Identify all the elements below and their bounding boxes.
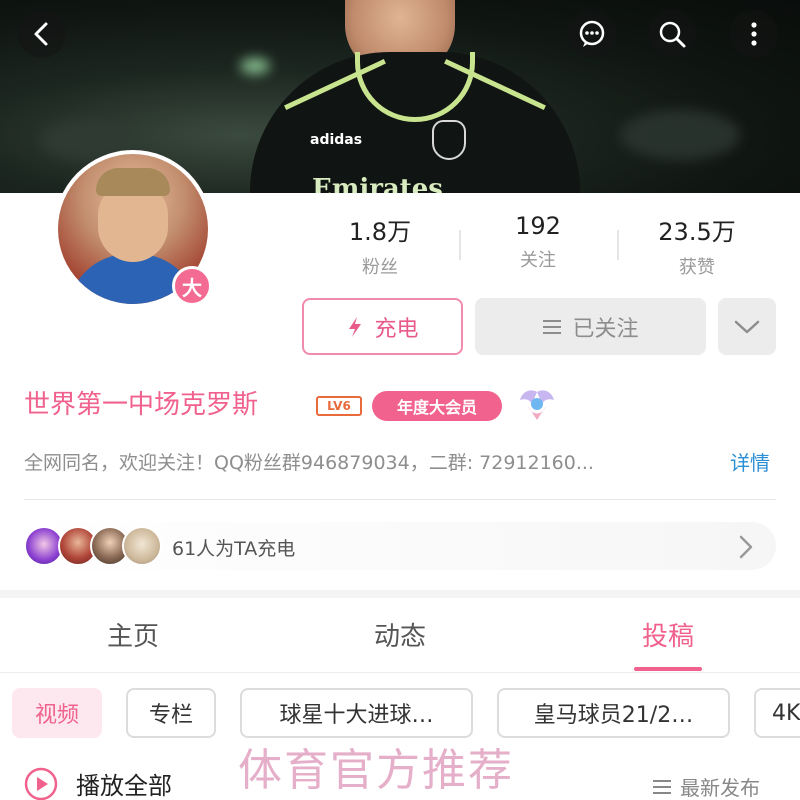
sort-label: 最新发布: [680, 776, 760, 800]
stat-likes[interactable]: 23.5万 获赞: [622, 212, 772, 279]
back-button[interactable]: [18, 10, 66, 58]
charge-button-label: 充电: [374, 316, 419, 342]
jersey-brand: adidas: [310, 132, 363, 148]
avatar-badge: 大: [172, 266, 212, 306]
search-button[interactable]: [648, 10, 696, 58]
wing-badge-icon[interactable]: [518, 386, 556, 424]
banner-shadow: [620, 110, 740, 160]
chip-collection-players[interactable]: 皇马球员21/2…: [497, 688, 730, 738]
chip-column[interactable]: 专栏: [126, 688, 216, 738]
stat-value: 1.8万: [348, 218, 412, 246]
chevron-right-icon: [739, 535, 753, 559]
sort-button[interactable]: 最新发布: [652, 772, 760, 800]
message-icon: [579, 20, 605, 47]
watermark-text: 体育官方推荐: [238, 745, 514, 796]
followed-button-label: 已关注: [572, 316, 639, 342]
banner-jersey: adidas Emirates: [250, 52, 580, 193]
jersey-crest-icon: [432, 120, 466, 160]
chevron-down-icon: [734, 320, 760, 333]
play-all-button[interactable]: 播放全部: [24, 766, 172, 800]
stat-label: 获赞: [679, 257, 715, 278]
stat-divider: [617, 230, 619, 260]
more-button[interactable]: [730, 10, 778, 58]
section-gap: [0, 590, 800, 598]
lightning-icon: [349, 316, 362, 337]
tab-home[interactable]: 主页: [63, 616, 203, 653]
stat-label: 粉丝: [362, 257, 398, 278]
supporter-avatar: [122, 526, 162, 566]
profile-bio: 全网同名，欢迎关注！QQ粉丝群946879034，二群: 72912160...: [24, 452, 594, 474]
stat-value: 192: [515, 212, 561, 240]
sort-lines-icon: [653, 779, 671, 794]
more-vertical-icon: [751, 22, 757, 46]
message-button[interactable]: [568, 10, 616, 58]
menu-lines-icon: [543, 319, 562, 334]
chip-video[interactable]: 视频: [12, 688, 102, 738]
avatar-hair: [96, 168, 170, 196]
tab-dynamics[interactable]: 动态: [330, 616, 470, 653]
chip-collection-goals[interactable]: 球星十大进球…: [240, 688, 473, 738]
profile-name: 世界第一中场克罗斯: [24, 390, 259, 420]
charge-count-text: 61人为TA充电: [172, 538, 296, 560]
bio-details-link[interactable]: 详情: [730, 447, 770, 476]
stat-divider: [459, 230, 461, 260]
chip-4k[interactable]: 4K: [754, 688, 800, 738]
expand-button[interactable]: [718, 298, 776, 355]
profile-avatar[interactable]: 大: [54, 150, 212, 308]
stat-following[interactable]: 192 关注: [463, 212, 613, 272]
play-all-label: 播放全部: [76, 772, 172, 800]
charge-button[interactable]: 充电: [302, 298, 463, 355]
vip-badge[interactable]: 年度大会员: [372, 391, 502, 421]
divider: [24, 499, 776, 500]
tabs-divider: [0, 672, 800, 673]
jersey-collar: [355, 52, 475, 122]
tab-active-indicator: [634, 667, 702, 671]
play-circle-icon: [24, 767, 58, 800]
banner-light: [240, 58, 270, 74]
back-arrow-icon: [34, 22, 48, 46]
followed-button[interactable]: 已关注: [475, 298, 706, 355]
stat-label: 关注: [520, 250, 556, 271]
jersey-sponsor: Emirates: [312, 174, 443, 193]
search-icon: [659, 21, 686, 48]
level-badge: LV6: [316, 396, 362, 416]
tab-submissions[interactable]: 投稿: [598, 616, 738, 653]
stat-value: 23.5万: [658, 218, 736, 246]
stat-followers[interactable]: 1.8万 粉丝: [305, 212, 455, 279]
